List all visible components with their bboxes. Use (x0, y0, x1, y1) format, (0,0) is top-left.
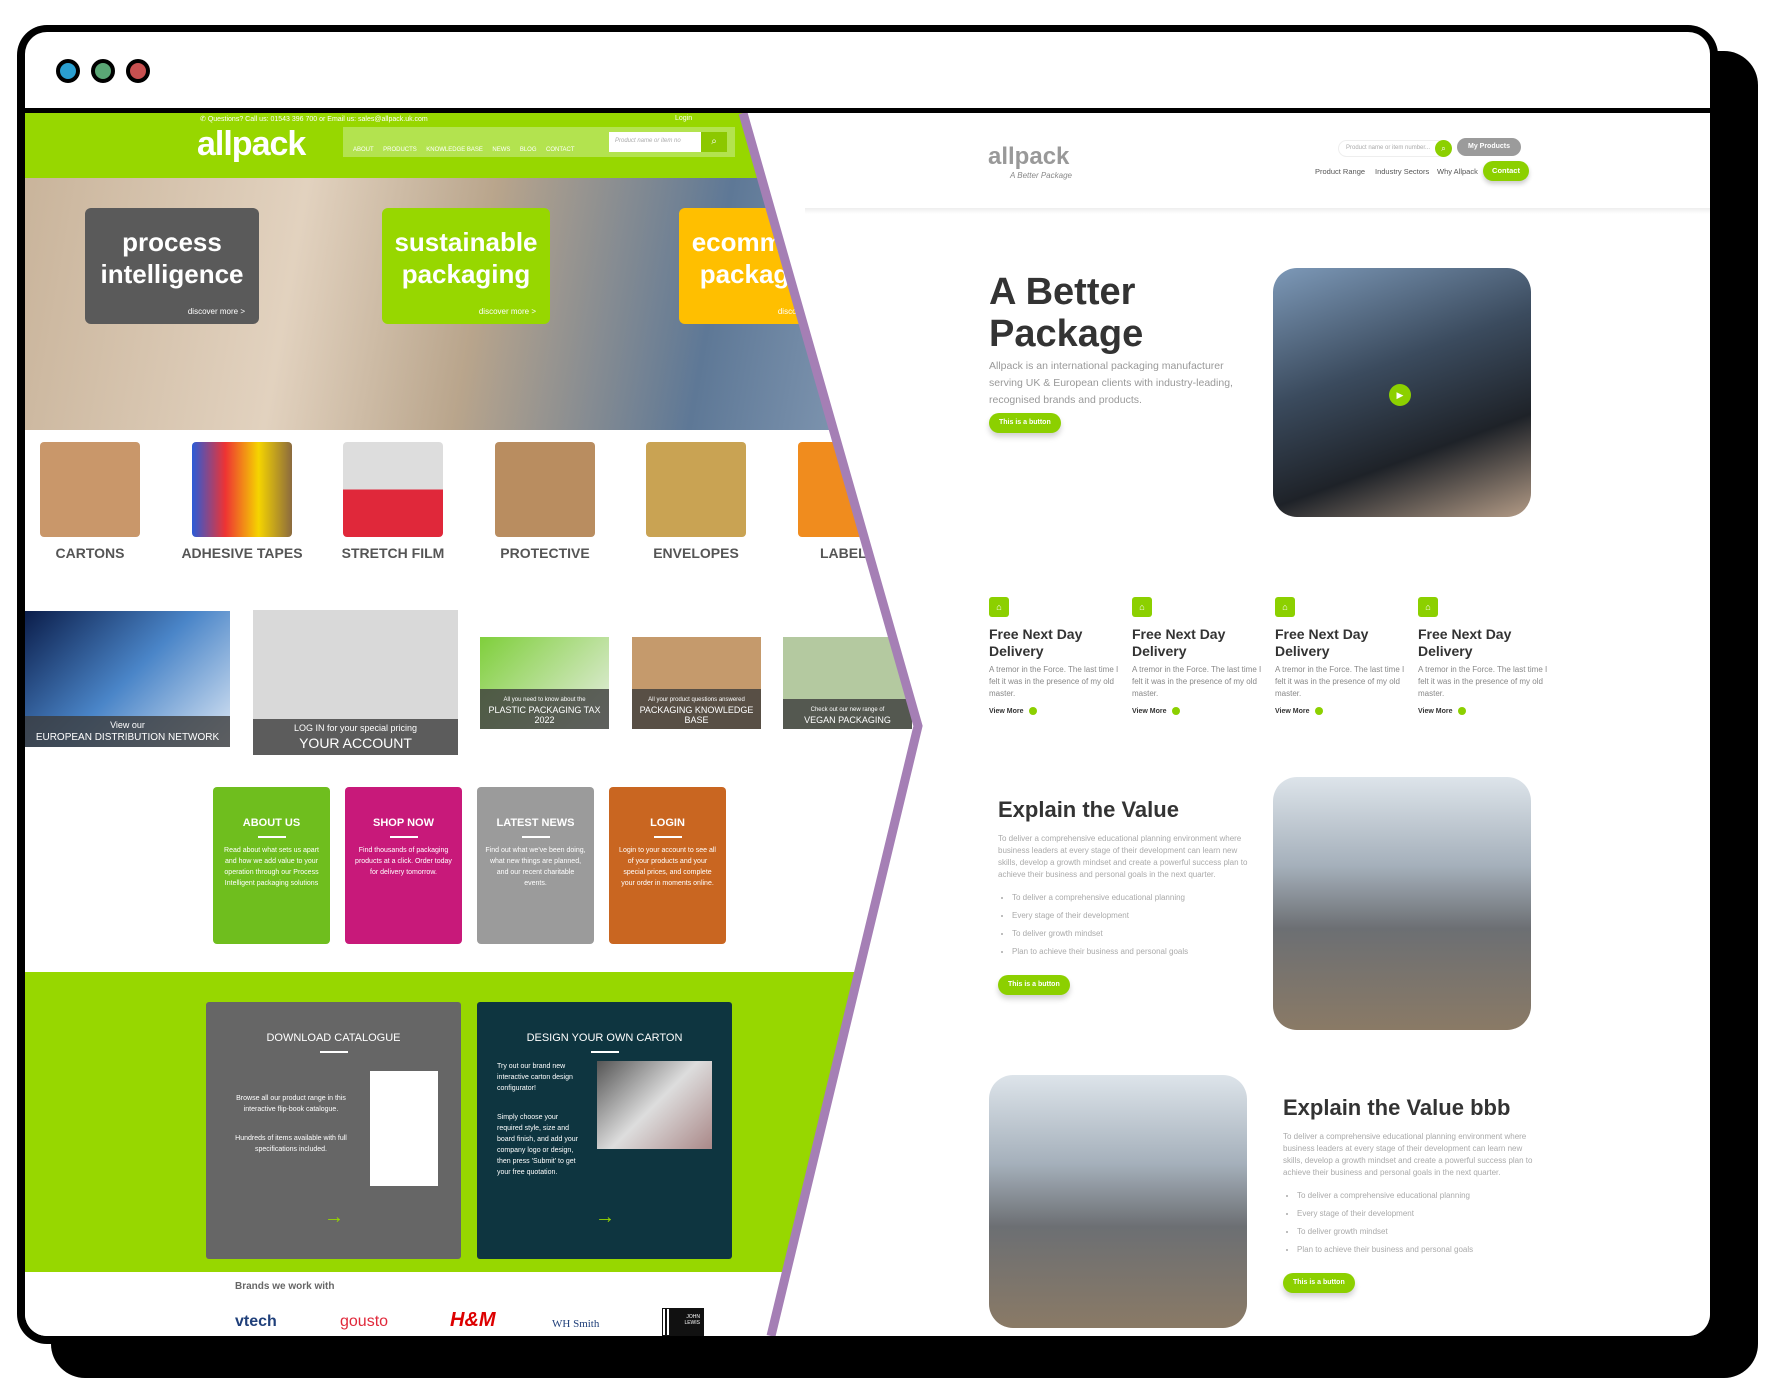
brand-john-lewis: JOHN LEWIS (662, 1308, 704, 1336)
right-logo[interactable]: allpack (988, 143, 1069, 171)
window-dot-blue[interactable] (56, 59, 80, 83)
arrow-circle-icon (1171, 707, 1180, 715)
arrow-circle-icon (1457, 707, 1466, 715)
hero-card-process[interactable]: process intelligence discover more > (85, 208, 259, 324)
delivery-icon: ⌂ (1275, 597, 1295, 617)
box-design-carton[interactable]: DESIGN YOUR OWN CARTON Try out our brand… (477, 1002, 732, 1259)
view-more-link[interactable]: View More (989, 707, 1124, 715)
tile-plastic-tax[interactable]: All you need to know about the PLASTIC PA… (480, 637, 609, 729)
nav-news[interactable]: NEWS (492, 147, 510, 153)
tile-knowledge-base[interactable]: All your product questions answered PACKA… (632, 637, 761, 729)
product-envelopes[interactable]: ENVELOPES (631, 430, 761, 561)
tile-vegan-packaging[interactable]: Check out our new range of VEGAN PACKAGIN… (783, 637, 912, 729)
brand-vtech: vtech (235, 1313, 277, 1330)
section-text: To deliver a comprehensive educational p… (998, 834, 1248, 879)
left-search-input[interactable]: Product name or item no (609, 132, 701, 152)
brand-whsmith: WH Smith (552, 1318, 600, 1330)
nav-knowledge-base[interactable]: KNOWLEDGE BASE (426, 147, 483, 153)
section-button[interactable]: This is a button (1283, 1273, 1355, 1293)
section-button[interactable]: This is a button (998, 975, 1070, 995)
catalogue-cover (370, 1071, 438, 1186)
brand-gousto: gousto (340, 1313, 389, 1330)
window-dot-red[interactable] (126, 59, 150, 83)
tile-distribution-network[interactable]: View our EUROPEAN DISTRIBUTION NETWORK (25, 611, 230, 747)
card-latest-news[interactable]: LATEST NEWS Find out what we've been doin… (477, 787, 594, 944)
warehouse-photo (1273, 777, 1531, 1030)
arrow-right-icon: → (595, 1206, 615, 1228)
feature-title: Free Next Day Delivery (989, 626, 1083, 659)
warehouse-photo (989, 1075, 1247, 1328)
feature-text: A tremor in the Force. The last time I f… (1132, 665, 1262, 698)
section-bullets: To deliver a comprehensive educational p… (1012, 889, 1248, 961)
hero-button[interactable]: This is a button (989, 413, 1061, 433)
contact-button[interactable]: Contact (1483, 161, 1529, 181)
contact-info: ✆ Questions? Call us: 01543 396 700 or E… (200, 116, 428, 123)
view-more-link[interactable]: View More (1418, 707, 1553, 715)
feature-card: ⌂ Free Next Day Delivery A tremor in the… (1132, 597, 1267, 715)
play-icon[interactable]: ▶ (1389, 384, 1411, 406)
brands-title: Brands we work with (235, 1281, 335, 1292)
right-search-input[interactable]: Product name or item number... (1338, 140, 1446, 157)
hero-title-line2: Package (989, 313, 1144, 355)
nav-about[interactable]: ABOUT (353, 147, 374, 153)
value-section-1: Explain the Value To deliver a comprehen… (998, 797, 1248, 995)
section-bullets: To deliver a comprehensive educational p… (1297, 1187, 1533, 1259)
feature-card: ⌂ Free Next Day Delivery A tremor in the… (1418, 597, 1553, 715)
section-text: To deliver a comprehensive educational p… (1283, 1132, 1533, 1177)
right-tagline: A Better Package (1010, 171, 1072, 180)
tile-your-account[interactable]: LOG IN for your special pricing YOUR ACCO… (253, 610, 458, 755)
view-more-link[interactable]: View More (1132, 707, 1267, 715)
card-about-us[interactable]: ABOUT US Read about what sets us apart an… (213, 787, 330, 944)
browser-window: allpack A Better Package Product name or… (25, 32, 1710, 1336)
feature-title: Free Next Day Delivery (1132, 626, 1226, 659)
left-logo[interactable]: allpack (197, 125, 306, 164)
product-adhesive-tapes[interactable]: ADHESIVE TAPES (177, 430, 307, 561)
feature-text: A tremor in the Force. The last time I f… (989, 665, 1119, 698)
hero-text: Allpack is an international packaging ma… (989, 360, 1233, 406)
hero-card-sustainable[interactable]: sustainable packaging discover more > (382, 208, 550, 324)
delivery-icon: ⌂ (989, 597, 1009, 617)
feature-text: A tremor in the Force. The last time I f… (1275, 665, 1405, 698)
section-title: Explain the Value (998, 797, 1179, 822)
header-shadow (805, 208, 1710, 214)
view-more-link[interactable]: View More (1275, 707, 1410, 715)
card-login[interactable]: LOGIN Login to your account to see all of… (609, 787, 726, 944)
brand-hm: H&M (450, 1309, 496, 1331)
arrow-circle-icon (1028, 707, 1037, 715)
delivery-icon: ⌂ (1132, 597, 1152, 617)
arrow-right-icon: → (324, 1206, 344, 1228)
feature-card: ⌂ Free Next Day Delivery A tremor in the… (1275, 597, 1410, 715)
box-download-catalogue[interactable]: DOWNLOAD CATALOGUE Browse all our produc… (206, 1002, 461, 1259)
section-title: Explain the Value bbb (1283, 1095, 1511, 1120)
arrow-circle-icon (1314, 707, 1323, 715)
feature-text: A tremor in the Force. The last time I f… (1418, 665, 1548, 698)
nav-blog[interactable]: BLOG (520, 147, 537, 153)
delivery-icon: ⌂ (1418, 597, 1438, 617)
product-cartons[interactable]: CARTONS (25, 430, 155, 561)
carton-configurator-image (596, 1061, 712, 1149)
feature-card: ⌂ Free Next Day Delivery A tremor in the… (989, 597, 1124, 715)
search-icon[interactable]: ⌕ (1435, 140, 1452, 157)
feature-title: Free Next Day Delivery (1418, 626, 1512, 659)
login-link[interactable]: Login (675, 115, 692, 122)
my-products-button[interactable]: My Products (1457, 138, 1521, 156)
green-band (25, 972, 918, 1272)
hero-photo-laptop: ▶ (1273, 268, 1531, 517)
nav-industry-sectors[interactable]: Industry Sectors (1375, 167, 1429, 176)
search-icon[interactable]: ⌕ (701, 132, 727, 152)
card-shop-now[interactable]: SHOP NOW Find thousands of packaging prod… (345, 787, 462, 944)
feature-title: Free Next Day Delivery (1275, 626, 1369, 659)
nav-why-allpack[interactable]: Why Allpack (1437, 167, 1478, 176)
hero-title: A Better Package (989, 271, 1143, 355)
window-dot-green[interactable] (91, 59, 115, 83)
value-section-2: Explain the Value bbb To deliver a compr… (1283, 1095, 1533, 1293)
nav-contact[interactable]: CONTACT (546, 147, 575, 153)
nav-product-range[interactable]: Product Range (1315, 167, 1365, 176)
hero-title-line1: A Better (989, 271, 1136, 313)
product-protective[interactable]: PROTECTIVE (480, 430, 610, 561)
product-stretch-film[interactable]: STRETCH FILM (328, 430, 458, 561)
nav-products[interactable]: PRODUCTS (383, 147, 417, 153)
